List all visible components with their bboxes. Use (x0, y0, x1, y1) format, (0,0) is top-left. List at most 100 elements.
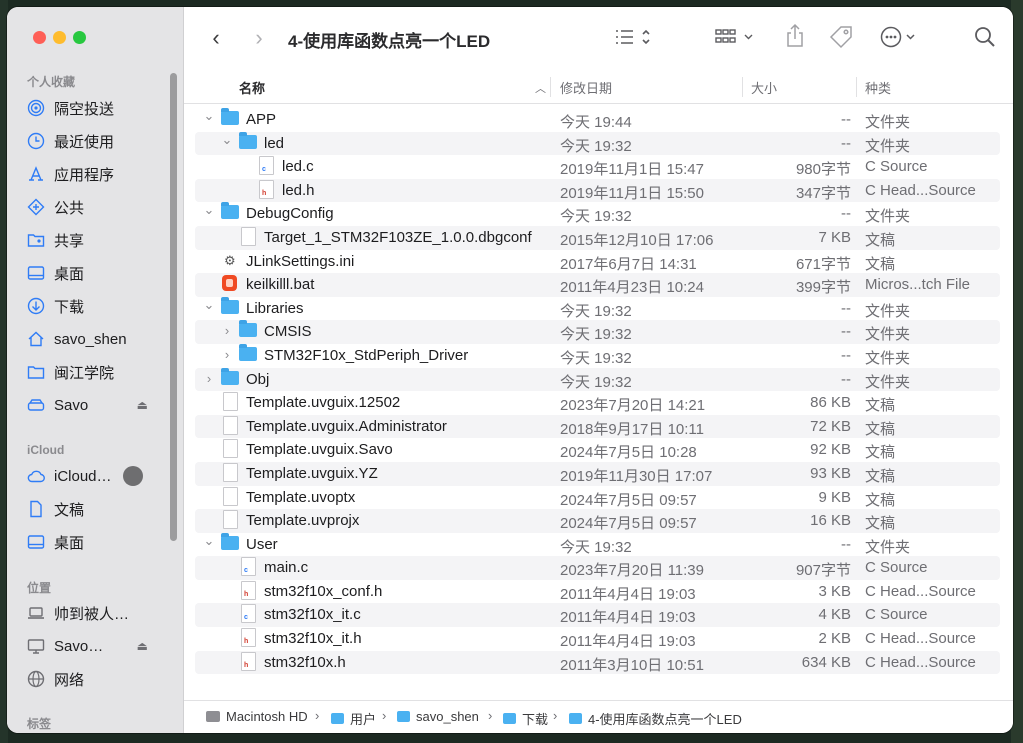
disclosure-expanded-icon[interactable]: ⌄ (203, 108, 215, 124)
path-crumb-label: 4-使用库函数点亮一个LED (588, 712, 742, 727)
file-kind: 文件夹 (865, 349, 911, 367)
file-size: 907字节 (795, 562, 851, 580)
file-size: 3 KB (818, 582, 851, 600)
applications-icon (27, 165, 45, 183)
path-crumb-users[interactable]: 用户 (331, 709, 376, 728)
sidebar-scrollbar[interactable] (170, 73, 177, 541)
sidebar-item-desktop[interactable]: 桌面 (20, 259, 170, 287)
folder-icon (569, 713, 582, 724)
path-crumb-home[interactable]: savo_shen (397, 709, 479, 724)
sort-ascending-icon[interactable]: ︿ (535, 80, 546, 96)
sidebar-section-icloud: iCloud (27, 443, 65, 457)
file-row[interactable]: c main.c 2023年7月20日 11:39 907字节 C Source (195, 556, 1000, 580)
sidebar-item-network[interactable]: 网络 (20, 665, 170, 693)
sidebar-item-savo-display[interactable]: Savo… ⏏ (20, 632, 170, 660)
zoom-window-button[interactable] (73, 31, 86, 44)
search-icon[interactable] (974, 26, 996, 48)
file-modified-date: 2023年7月20日 11:39 (560, 562, 704, 580)
group-by-icon[interactable] (714, 27, 758, 47)
display-icon (27, 637, 45, 655)
close-window-button[interactable] (33, 31, 46, 44)
file-row[interactable]: Template.uvguix.Savo 2024年7月5日 10:28 92 KB… (195, 438, 1000, 462)
file-modified-date: 今天 19:32 (560, 373, 632, 391)
disclosure-collapsed-icon[interactable]: › (221, 323, 233, 339)
file-row[interactable]: keilkilll.bat 2011年4月23日 10:24 399字节 Micros… (195, 273, 1000, 297)
column-divider[interactable] (856, 77, 857, 97)
sidebar-item-savo-drive[interactable]: Savo ⏏ (20, 391, 170, 419)
file-row[interactable]: ⌄ DebugConfig 今天 19:32 -- 文件夹 (195, 202, 1000, 226)
file-row[interactable]: › STM32F10x_StdPeriph_Driver 今天 19:32 -- 文件夹 (195, 343, 1000, 368)
file-row[interactable]: ⌄ Libraries 今天 19:32 -- 文件夹 (195, 296, 1000, 321)
file-kind: C Source (865, 158, 928, 176)
eject-icon[interactable]: ⏏ (137, 398, 148, 412)
sidebar-item-macbook[interactable]: 帅到被人… (20, 599, 170, 627)
column-header-kind[interactable]: 种类 (865, 78, 891, 97)
file-row[interactable]: h stm32f10x_it.h 2011年4月4日 19:03 2 KB C Head… (195, 627, 1000, 651)
sidebar-section-locations: 位置 (27, 581, 52, 595)
forward-button[interactable]: › (249, 25, 269, 51)
file-row[interactable]: Template.uvoptx 2024年7月5日 09:57 9 KB 文稿 (195, 486, 1000, 510)
more-actions-icon[interactable] (880, 26, 922, 48)
sidebar-item-shared[interactable]: 共享 (20, 226, 170, 254)
sidebar-item-icloud-documents[interactable]: 文稿 (20, 495, 170, 523)
file-modified-date: 2019年11月1日 15:47 (560, 161, 704, 179)
sidebar-item-public[interactable]: 公共 (20, 193, 170, 221)
tag-icon[interactable] (829, 25, 855, 49)
sidebar-item-downloads[interactable]: 下载 (20, 292, 170, 320)
file-row[interactable]: Target_1_STM32F103ZE_1.0.0.dbgconf 2015年1… (195, 225, 1000, 250)
column-header-size[interactable]: 大小 (751, 78, 777, 97)
eject-icon[interactable]: ⏏ (137, 639, 148, 653)
folder-icon (239, 131, 257, 149)
column-divider[interactable] (742, 77, 743, 97)
file-row[interactable]: ⚙ JLinkSettings.ini 2017年6月7日 14:31 671字节 文稿 (195, 250, 1000, 274)
sidebar-item-icloud-desktop[interactable]: 桌面 (20, 528, 170, 556)
window-title: 4-使用库函数点亮一个LED (288, 32, 491, 51)
minimize-window-button[interactable] (53, 31, 66, 44)
file-row[interactable]: ⌄ APP 今天 19:44 -- 文件夹 (195, 108, 1000, 132)
sidebar-item-applications[interactable]: 应用程序 (20, 160, 170, 188)
file-row[interactable]: Template.uvprojx 2024年7月5日 09:57 16 KB 文稿 (195, 509, 1000, 533)
file-row[interactable]: ⌄ led 今天 19:32 -- 文件夹 (195, 131, 1000, 156)
column-header-date[interactable]: 修改日期 (560, 78, 612, 97)
file-row[interactable]: › Obj 今天 19:32 -- 文件夹 (195, 367, 1000, 392)
path-crumb-macintosh-hd[interactable]: Macintosh HD (206, 709, 308, 724)
disclosure-collapsed-icon[interactable]: › (221, 347, 233, 363)
disclosure-expanded-icon[interactable]: ⌄ (203, 297, 215, 313)
column-header-name[interactable]: 名称 (239, 78, 265, 97)
file-size: 92 KB (810, 441, 851, 459)
sidebar-item-icloud-drive[interactable]: iCloud… (20, 462, 170, 490)
file-row[interactable]: › CMSIS 今天 19:32 -- 文件夹 (195, 320, 1000, 344)
sidebar-section-favorites: 个人收藏 (27, 75, 76, 89)
sidebar-item-minjiang[interactable]: 闽江学院 (20, 358, 170, 386)
file-row[interactable]: Template.uvguix.Administrator 2018年9月17日 … (195, 414, 1000, 439)
file-row[interactable]: ⌄ User 今天 19:32 -- 文件夹 (195, 532, 1000, 557)
disclosure-collapsed-icon[interactable]: › (203, 371, 215, 387)
list-view-icon[interactable] (614, 27, 656, 47)
c-source-file-icon: c (259, 156, 274, 176)
file-row[interactable]: h stm32f10x.h 2011年3月10日 10:51 634 KB C Head… (195, 650, 1000, 675)
sidebar-item-airdrop[interactable]: 隔空投送 (20, 94, 170, 122)
disclosure-expanded-icon[interactable]: ⌄ (203, 202, 215, 218)
path-crumb-downloads[interactable]: 下载 (503, 709, 548, 728)
sidebar-item-recents[interactable]: 最近使用 (20, 127, 170, 155)
file-row[interactable]: Template.uvguix.YZ 2019年11月30日 17:07 93 KB… (195, 461, 1000, 486)
file-kind: Micros...tch File (865, 276, 971, 294)
disclosure-expanded-icon[interactable]: ⌄ (221, 132, 233, 148)
sidebar-item-home[interactable]: savo_shen (20, 325, 170, 353)
file-row[interactable]: Template.uvguix.12502 2023年7月20日 14:21 86 … (195, 391, 1000, 415)
column-divider[interactable] (550, 77, 551, 97)
file-name: keilkilll.bat (246, 276, 315, 294)
disclosure-expanded-icon[interactable]: ⌄ (203, 533, 215, 549)
sidebar-section-tags: 标签 (27, 717, 52, 731)
file-modified-date: 2024年7月5日 10:28 (560, 444, 697, 462)
file-size: 634 KB (801, 653, 851, 671)
file-row[interactable]: c led.c 2019年11月1日 15:47 980字节 C Source (195, 155, 1000, 179)
file-row[interactable]: h led.h 2019年11月1日 15:50 347字节 C Head...Sour… (195, 178, 1000, 203)
clock-icon (27, 132, 45, 150)
back-button[interactable]: ‹ (206, 25, 226, 51)
file-row[interactable]: h stm32f10x_conf.h 2011年4月4日 19:03 3 KB C He… (195, 580, 1000, 604)
share-icon[interactable] (784, 23, 806, 49)
path-crumb-current-folder[interactable]: 4-使用库函数点亮一个LED (569, 709, 742, 728)
file-row[interactable]: c stm32f10x_it.c 2011年4月4日 19:03 4 KB C Sour… (195, 603, 1000, 628)
chevron-right-icon: › (382, 708, 387, 723)
